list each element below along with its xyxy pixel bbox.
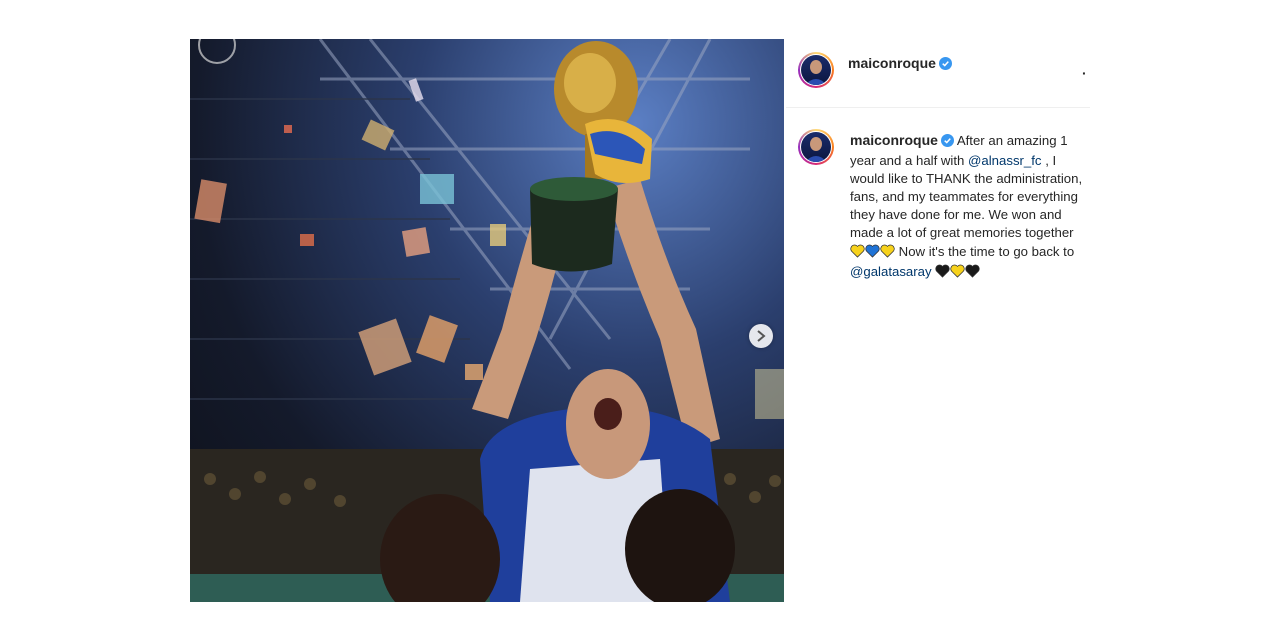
- heart-emoji-group: [850, 244, 895, 259]
- mention-link[interactable]: @alnassr_fc: [968, 153, 1042, 168]
- yellow-heart-icon: [950, 264, 965, 283]
- mention-link[interactable]: @galatasaray: [850, 264, 932, 279]
- header-username[interactable]: maiconroque: [848, 55, 936, 71]
- caption-avatar-image: [801, 132, 831, 162]
- post-caption: maiconroque After an amazing 1 year and …: [850, 131, 1090, 283]
- more-options-icon[interactable]: ·: [1082, 63, 1090, 83]
- chevron-right-icon: [757, 330, 766, 342]
- yellow-heart-icon: [880, 244, 895, 263]
- caption-text: Now it's the time to go back to: [895, 243, 1075, 259]
- post-image[interactable]: [190, 39, 784, 602]
- post-side-panel: maiconroque · maiconroque After an amazi…: [786, 39, 1090, 602]
- verified-badge-icon: [940, 134, 954, 152]
- carousel-next-button[interactable]: [749, 324, 773, 348]
- post-header: maiconroque ·: [786, 39, 1090, 108]
- avatar-image: [801, 55, 831, 85]
- yellow-heart-icon: [850, 244, 865, 263]
- avatar[interactable]: [798, 52, 834, 88]
- black-heart-icon: [935, 264, 950, 283]
- caption-username[interactable]: maiconroque: [850, 132, 938, 148]
- verified-badge-icon: [938, 57, 952, 75]
- caption-avatar[interactable]: [798, 129, 834, 165]
- heart-emoji-group: [935, 264, 980, 279]
- post-photo: [190, 39, 784, 602]
- black-heart-icon: [965, 264, 980, 283]
- blue-heart-icon: [865, 244, 880, 263]
- header-user: maiconroque: [848, 55, 952, 75]
